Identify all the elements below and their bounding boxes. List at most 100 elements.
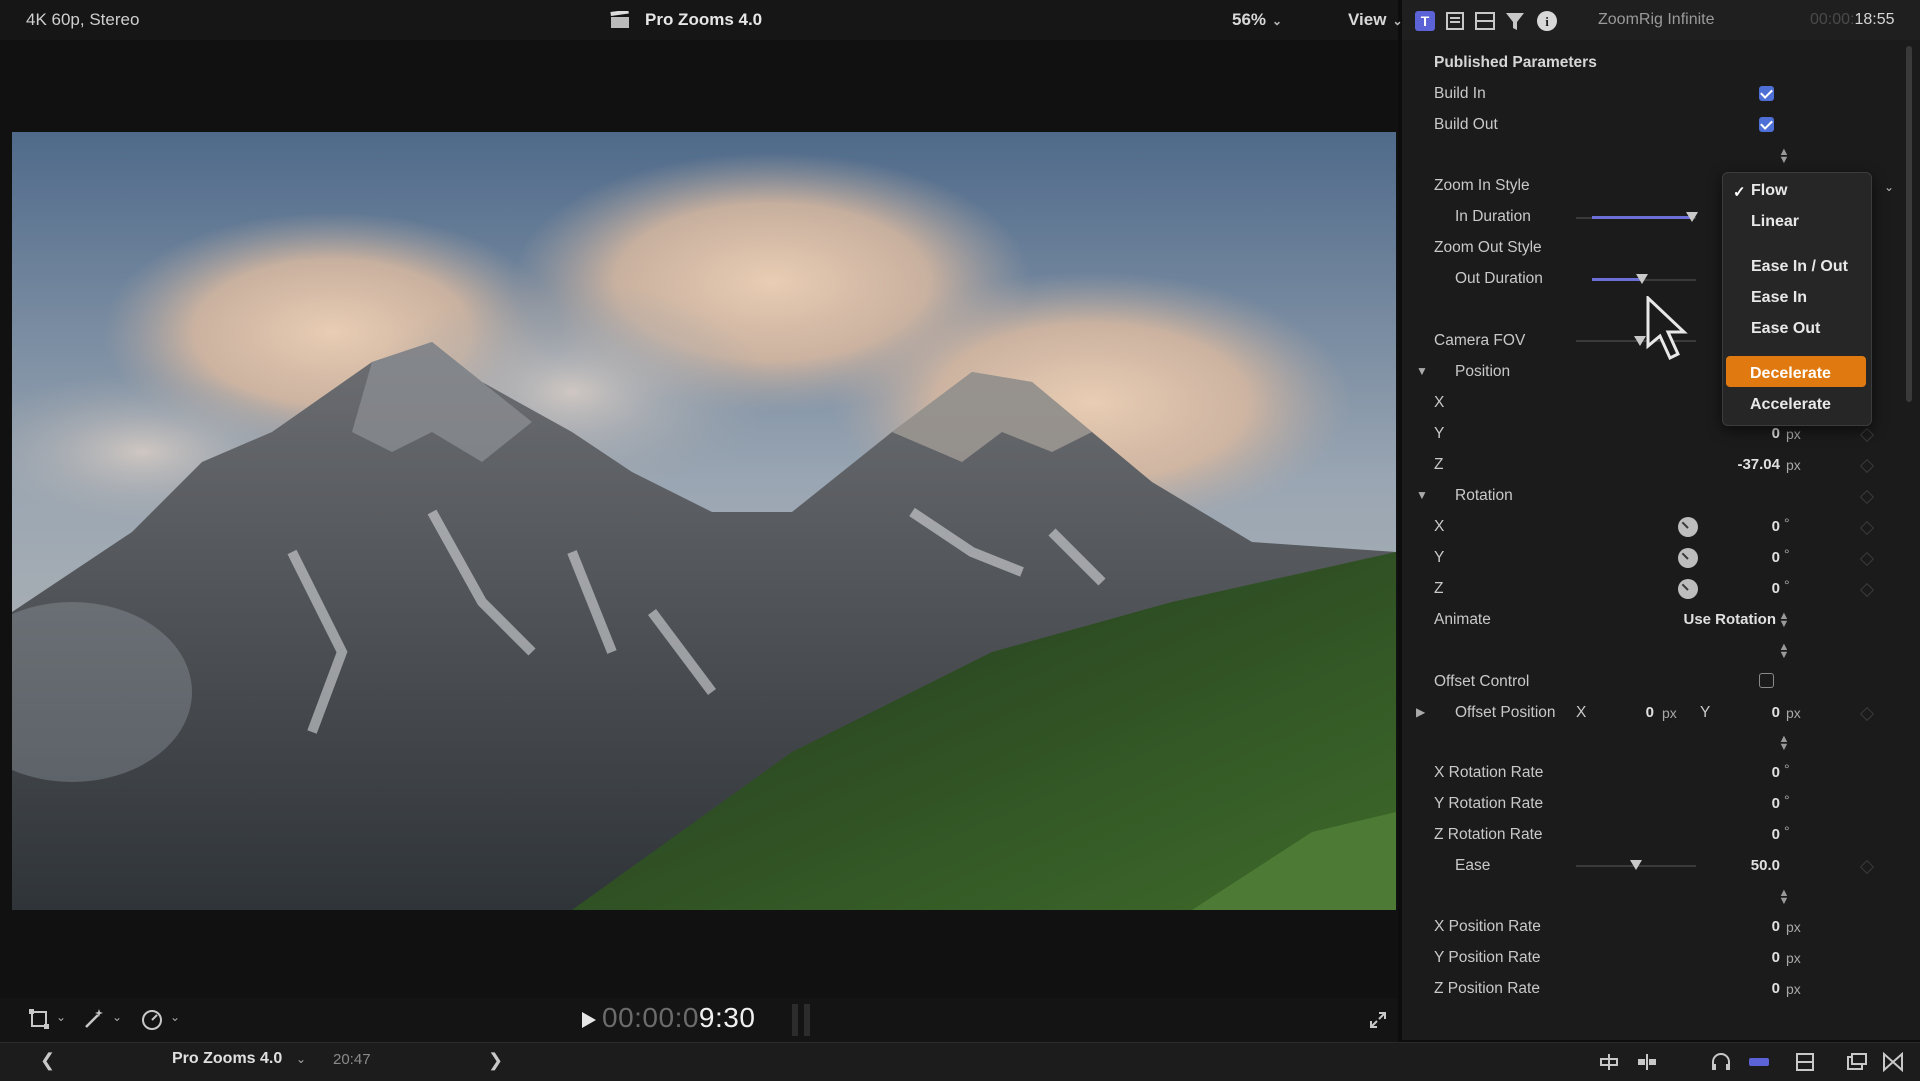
back-arrow-icon[interactable]: ❮: [40, 1050, 55, 1071]
rotation-z-value[interactable]: 0: [1740, 579, 1780, 599]
dropdown-item-accelerate[interactable]: Accelerate: [1750, 393, 1831, 417]
magic-wand-icon[interactable]: [82, 1007, 106, 1031]
animate-popup[interactable]: Use Rotation: [1660, 610, 1776, 630]
offset-control-checkbox[interactable]: [1759, 673, 1774, 688]
play-icon[interactable]: [578, 1010, 598, 1030]
chevron-down-icon: ⌄: [1392, 14, 1403, 28]
inspector-panel: [1402, 0, 1920, 1040]
chevron-down-icon[interactable]: ⌄: [56, 1010, 66, 1024]
forward-arrow-icon[interactable]: ❯: [488, 1050, 503, 1071]
build-out-label: Build Out: [1434, 116, 1498, 133]
info-icon[interactable]: i: [1536, 10, 1558, 32]
rotation-y-unit: °: [1784, 546, 1790, 562]
stepper-icon[interactable]: ▲ ▼: [1778, 642, 1790, 661]
y-rotation-rate-value[interactable]: 0: [1740, 794, 1780, 814]
offset-x-unit: px: [1662, 705, 1677, 721]
x-rotation-rate-value[interactable]: 0: [1740, 763, 1780, 783]
inspector-scrollbar[interactable]: [1906, 46, 1912, 402]
camera-fov-label: Camera FOV: [1434, 332, 1526, 349]
dropdown-item-ease-in[interactable]: Ease In: [1751, 286, 1807, 310]
dropdown-item-decelerate[interactable]: Decelerate: [1750, 362, 1831, 386]
dropdown-item-ease-in-out[interactable]: Ease In / Out: [1751, 255, 1848, 279]
rotation-x-dial[interactable]: [1678, 517, 1698, 537]
zoom-style-dropdown-menu[interactable]: ✓ Flow Linear Ease In / Out Ease In Ease…: [1722, 172, 1872, 426]
stepper-icon[interactable]: ▲ ▼: [1778, 147, 1790, 166]
disclosure-triangle-open-icon[interactable]: ▼: [1416, 488, 1428, 502]
y-position-rate-value[interactable]: 0: [1740, 948, 1780, 968]
in-duration-slider-knob[interactable]: [1686, 212, 1698, 222]
svg-text:i: i: [1545, 14, 1549, 29]
chevron-down-icon[interactable]: ⌄: [296, 1052, 306, 1066]
rotation-z-dial[interactable]: [1678, 579, 1698, 599]
append-clip-icon[interactable]: [1598, 1052, 1620, 1072]
stepper-icon[interactable]: ▲ ▼: [1778, 734, 1790, 753]
dropdown-item-ease-out[interactable]: Ease Out: [1751, 317, 1820, 341]
stepper-icon[interactable]: ▲ ▼: [1778, 888, 1790, 907]
build-out-checkbox[interactable]: [1759, 117, 1774, 132]
checkmark-icon: ✓: [1733, 184, 1746, 201]
disclosure-triangle-open-icon[interactable]: ▼: [1416, 364, 1428, 378]
zoom-out-style-label: Zoom Out Style: [1434, 239, 1542, 256]
svg-text:T: T: [1421, 13, 1430, 29]
video-inspector-icon[interactable]: [1474, 10, 1496, 32]
dropdown-item-linear[interactable]: Linear: [1751, 210, 1799, 234]
window-layout-icon[interactable]: [1846, 1052, 1868, 1072]
format-label: 4K 60p, Stereo: [26, 10, 140, 29]
view-menu[interactable]: View ⌄: [1348, 0, 1403, 41]
zoom-level-value: 56%: [1232, 10, 1267, 29]
transitions-icon[interactable]: [1882, 1052, 1904, 1072]
chevron-down-icon: ⌄: [1272, 14, 1283, 28]
video-frame[interactable]: [12, 132, 1396, 910]
clapperboard-icon: [610, 11, 629, 28]
dropdown-item-flow[interactable]: Flow: [1751, 179, 1787, 203]
status-bar: [0, 1042, 1920, 1081]
chevron-down-icon[interactable]: ⌄: [170, 1010, 180, 1024]
speedometer-icon[interactable]: [140, 1008, 164, 1030]
timecode-leading: 00:00:0: [602, 1002, 699, 1033]
offset-x-value[interactable]: 0: [1630, 703, 1654, 723]
inspector-duration: 00:00:18:55: [1810, 0, 1895, 40]
view-menu-label: View: [1348, 10, 1387, 29]
snapping-icon[interactable]: [1748, 1052, 1770, 1072]
out-duration-slider-knob[interactable]: [1636, 274, 1648, 284]
chevron-down-icon[interactable]: ⌄: [1884, 180, 1894, 194]
ease-value[interactable]: 50.0: [1730, 856, 1780, 876]
title-inspector-icon[interactable]: T: [1414, 10, 1436, 32]
y-rotation-rate-unit: °: [1784, 792, 1790, 808]
rotation-label: Rotation: [1455, 487, 1513, 504]
disclosure-triangle-closed-icon[interactable]: ▶: [1416, 705, 1425, 719]
ease-slider-knob[interactable]: [1630, 860, 1642, 870]
z-rotation-rate-value[interactable]: 0: [1740, 825, 1780, 845]
timecode-value: 9:30: [698, 1002, 756, 1033]
x-rotation-rate-unit: °: [1784, 761, 1790, 777]
position-z-value[interactable]: -37.04: [1716, 455, 1780, 475]
insert-clip-icon[interactable]: [1636, 1052, 1658, 1072]
popup-arrows-icon[interactable]: ▲ ▼: [1778, 611, 1790, 630]
z-position-rate-value[interactable]: 0: [1740, 979, 1780, 999]
viewer-title: Pro Zooms 4.0: [645, 10, 763, 29]
build-in-checkbox[interactable]: [1759, 86, 1774, 101]
text-inspector-icon[interactable]: [1444, 10, 1466, 32]
headphones-icon[interactable]: [1710, 1052, 1732, 1072]
rotation-x-value[interactable]: 0: [1740, 517, 1780, 537]
rotation-y-value[interactable]: 0: [1740, 548, 1780, 568]
transform-icon[interactable]: [28, 1008, 50, 1030]
clip-appearance-icon[interactable]: [1794, 1052, 1816, 1072]
position-y-value[interactable]: 0: [1740, 424, 1780, 444]
zoom-level-menu[interactable]: 56% ⌄: [1232, 0, 1282, 41]
chevron-down-icon[interactable]: ⌄: [112, 1010, 122, 1024]
position-x-label: X: [1434, 394, 1445, 411]
filter-inspector-icon[interactable]: [1504, 10, 1526, 32]
offset-control-label: Offset Control: [1434, 673, 1530, 690]
rotation-z-label: Z: [1434, 580, 1444, 597]
project-name-menu[interactable]: Pro Zooms 4.0: [172, 1050, 282, 1068]
offset-y-unit: px: [1786, 705, 1801, 721]
timecode-display[interactable]: 00:00:09:30: [602, 1002, 755, 1034]
animate-label: Animate: [1434, 611, 1491, 628]
x-position-rate-value[interactable]: 0: [1740, 917, 1780, 937]
offset-y-value[interactable]: 0: [1756, 703, 1780, 723]
fullscreen-icon[interactable]: [1368, 1010, 1388, 1030]
mouse-cursor-icon: [1646, 296, 1688, 361]
rotation-y-dial[interactable]: [1678, 548, 1698, 568]
y-position-rate-label: Y Position Rate: [1434, 949, 1541, 966]
